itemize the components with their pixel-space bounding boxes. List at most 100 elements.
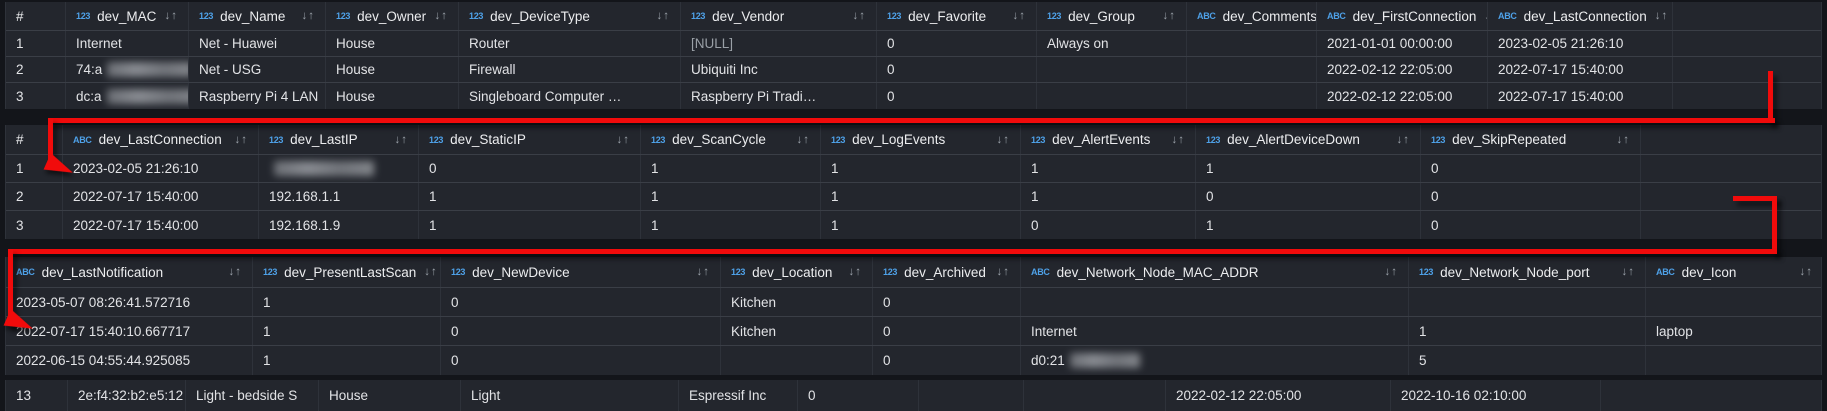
- cell-text: 1: [1206, 218, 1214, 233]
- column-label: dev_Favorite: [908, 9, 986, 24]
- table-cell: House: [319, 380, 461, 411]
- column-label: dev_LogEvents: [852, 132, 945, 147]
- table-cell: 1: [1021, 155, 1196, 182]
- cell-text: 0: [1206, 189, 1214, 204]
- column-label: dev_StaticIP: [450, 132, 526, 147]
- table-cell: 2: [6, 57, 66, 82]
- cell-text: 2022-06-15 04:55:44.925085: [16, 353, 190, 368]
- sort-icon[interactable]: ↓↑: [221, 266, 243, 278]
- column-header-dev_Owner[interactable]: 123dev_Owner↓↑: [326, 2, 459, 30]
- column-label: dev_LastNotification: [42, 265, 164, 280]
- column-header-dev_LastConnection[interactable]: ABCdev_LastConnection↓↑: [1488, 2, 1673, 30]
- sort-icon[interactable]: ↓↑: [841, 266, 863, 278]
- column-header-dev_AlertEvents[interactable]: 123dev_AlertEvents↓↑: [1021, 125, 1196, 154]
- column-header-dev_LastIP[interactable]: 123dev_LastIP↓↑: [259, 125, 419, 154]
- column-header-dev_SkipRepeated[interactable]: 123dev_SkipRepeated↓↑: [1421, 125, 1641, 154]
- sort-icon[interactable]: ↓↑: [1476, 10, 1488, 22]
- column-header-dev_ScanCycle[interactable]: 123dev_ScanCycle↓↑: [641, 125, 821, 154]
- column-header-dev_FirstConnection[interactable]: ABCdev_FirstConnection↓↑: [1317, 2, 1488, 30]
- column-header-dev_Location[interactable]: 123dev_Location↓↑: [721, 257, 873, 287]
- sort-icon[interactable]: ↓↑: [1377, 266, 1399, 278]
- column-header-dev_StaticIP[interactable]: 123dev_StaticIP↓↑: [419, 125, 641, 154]
- column-header-dev_DeviceType[interactable]: 123dev_DeviceType↓↑: [459, 2, 681, 30]
- header-row: #ABCdev_LastConnection↓↑123dev_LastIP↓↑ 1…: [6, 125, 1821, 155]
- table-cell: 2022-02-12 22:05:00: [1317, 57, 1488, 82]
- column-header-dev_Comments[interactable]: ABCdev_Comments↓↑: [1187, 2, 1317, 30]
- column-header-dev_Favorite[interactable]: 123dev_Favorite↓↑: [877, 2, 1037, 30]
- column-header-dev_LastNotification[interactable]: ABCdev_LastNotification↓↑: [6, 257, 253, 287]
- column-label: #: [16, 9, 24, 24]
- column-header-dev_LogEvents[interactable]: 123 dev_LogEvents ↓↑: [821, 125, 1021, 154]
- sort-icon[interactable]: ↓↑: [1164, 134, 1186, 146]
- sort-icon[interactable]: ↓↑: [294, 10, 316, 22]
- column-header-dev_Group[interactable]: 123dev_Group↓↑: [1037, 2, 1187, 30]
- sort-icon[interactable]: ↓↑: [1792, 266, 1814, 278]
- table-cell: [1037, 57, 1187, 82]
- sort-icon[interactable]: ↓↑: [1155, 10, 1177, 22]
- column-header-#[interactable]: #: [6, 125, 63, 154]
- cell-text: Espressif Inc: [689, 388, 766, 403]
- column-header-dev_AlertDeviceDown[interactable]: 123dev_AlertDeviceDown↓↑: [1196, 125, 1421, 154]
- column-header-dev_MAC[interactable]: 123dev_MAC↓↑: [66, 2, 189, 30]
- column-header-dev_LastConnection[interactable]: ABCdev_LastConnection↓↑: [63, 125, 259, 154]
- cell-text: 1: [651, 218, 659, 233]
- column-header-dev_Archived[interactable]: 123dev_Archived↓↑: [873, 257, 1021, 287]
- cell-text: 3: [16, 218, 24, 233]
- text-type-icon: ABC: [73, 135, 92, 145]
- cell-text: 2023-05-07 08:26:41.572716: [16, 295, 190, 310]
- column-header-#[interactable]: #: [6, 2, 66, 30]
- column-header-dev_Network_Node_MAC_ADDR[interactable]: ABCdev_Network_Node_MAC_ADDR↓↑: [1021, 257, 1409, 287]
- cell-text: 74:a: [76, 62, 102, 77]
- sort-icon[interactable]: ↓↑: [789, 134, 811, 146]
- column-label: dev_Location: [752, 265, 832, 280]
- cell-text: 1: [831, 218, 839, 233]
- sort-icon[interactable]: ↓↑: [609, 134, 631, 146]
- sort-icon[interactable]: ↓↑: [1609, 134, 1631, 146]
- table-cell: 2022-07-17 15:40:00: [1488, 83, 1673, 109]
- column-header-dev_Name[interactable]: 123dev_Name↓↑: [189, 2, 326, 30]
- cell-text: Light: [471, 388, 500, 403]
- cell-text: 2022-02-12 22:05:00: [1327, 62, 1452, 77]
- sort-icon[interactable]: ↓↑: [989, 266, 1011, 278]
- sort-icon[interactable]: ↓↑: [649, 10, 671, 22]
- table-row: 274:aNet - USGHouseFirewallUbiquiti Inc0…: [6, 57, 1821, 83]
- table-row: 132e:f4:32:b2:e5:12Light - bedside SHous…: [6, 380, 1821, 411]
- numeric-type-icon: 123: [831, 135, 845, 145]
- sort-icon[interactable]: ↓↑: [1005, 10, 1027, 22]
- cell-text: Kitchen: [731, 295, 776, 310]
- table-cell: 2022-07-17 15:40:00: [63, 211, 259, 239]
- column-label: dev_PresentLastScan: [284, 265, 416, 280]
- sort-icon[interactable]: ↓↑: [1389, 134, 1411, 146]
- sort-icon[interactable]: ↓↑: [157, 10, 179, 22]
- column-label: dev_Icon: [1682, 265, 1737, 280]
- table-cell: 2022-06-15 04:55:44.925085: [6, 346, 253, 375]
- sort-icon[interactable]: ↓↑: [416, 266, 438, 278]
- sort-icon[interactable]: ↓↑: [1647, 10, 1669, 22]
- column-header-dev_Icon[interactable]: ABCdev_Icon↓↑: [1646, 257, 1822, 287]
- sort-icon[interactable]: ↓↑: [387, 134, 409, 146]
- sort-icon[interactable]: ↓↑: [1614, 266, 1636, 278]
- sort-icon[interactable]: ↓↑: [989, 134, 1011, 146]
- column-label: dev_Name: [220, 9, 285, 24]
- cell-text: [NULL]: [691, 36, 733, 51]
- cell-text: 3: [16, 89, 24, 104]
- table-row: 2022-06-15 04:55:44.925085100d0:215: [6, 346, 1821, 375]
- column-header-dev_PresentLastScan[interactable]: 123dev_PresentLastScan↓↑: [253, 257, 441, 287]
- table-cell: Internet: [1021, 317, 1409, 345]
- table-cell: Net - Huawei: [189, 31, 326, 56]
- table-cell: 1: [419, 211, 641, 239]
- table-cell: 2023-02-05 21:26:10: [63, 155, 259, 182]
- cell-text: 5: [1419, 353, 1427, 368]
- cell-text: 0: [1431, 218, 1439, 233]
- column-header-dev_NewDevice[interactable]: 123dev_NewDevice↓↑: [441, 257, 721, 287]
- sort-icon[interactable]: ↓↑: [845, 10, 867, 22]
- sort-icon[interactable]: ↓↑: [427, 10, 449, 22]
- sort-icon[interactable]: ↓↑: [689, 266, 711, 278]
- table-cell: 0: [1196, 183, 1421, 210]
- column-header-dev_Network_Node_port[interactable]: 123dev_Network_Node_port↓↑: [1409, 257, 1646, 287]
- sort-icon[interactable]: ↓↑: [227, 134, 249, 146]
- column-header-dev_Vendor[interactable]: 123dev_Vendor↓↑: [681, 2, 877, 30]
- table-cell: 2023-05-07 08:26:41.572716: [6, 288, 253, 316]
- cell-text: 1: [16, 36, 24, 51]
- table-cell: Firewall: [459, 57, 681, 82]
